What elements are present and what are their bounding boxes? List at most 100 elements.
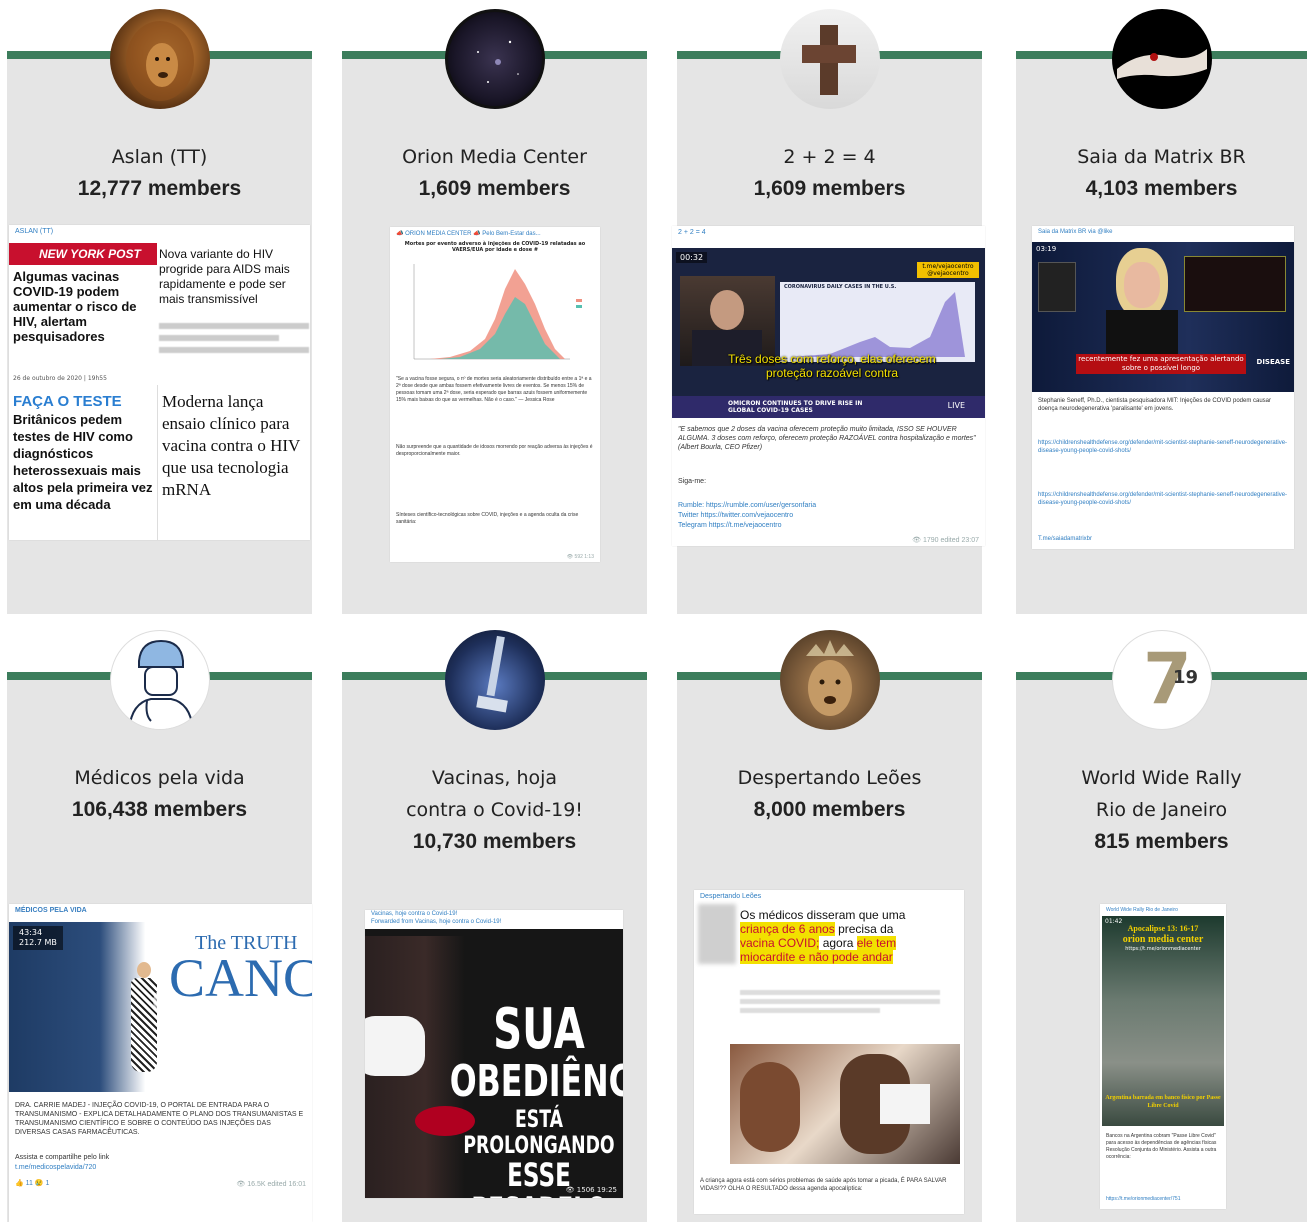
video-player[interactable]: 03:19 recentemente fez uma apresentação … [1032,242,1294,392]
post-screenshot[interactable]: MÉDICOS PELA VIDA 43:34 212.7 MB The TRU… [9,904,312,1222]
channel-name: Despertando Leões [737,767,922,789]
member-count: 12,777 members [77,177,242,200]
doctor-icon [127,639,194,729]
channel-name-line-1: World Wide Rally [1081,767,1242,789]
vaers-chart-image [413,264,582,360]
post-screenshot[interactable]: World Wide Rally Rio de Janeiro 01:42 Ap… [1100,904,1226,1209]
channel-avatar[interactable] [779,9,880,109]
cases-chart: CORONAVIRUS DAILY CASES IN THE U.S. [780,282,975,362]
post-text-2: Não surpreende que a quantidade de idoso… [396,444,593,457]
article-date: 26 de outubro de 2020 | 19h55 [13,375,107,382]
channel-avatar[interactable] [779,630,880,730]
headline-right-2-box: Moderna lança ensaio clínico para vacina… [157,385,310,540]
video-info: 43:34 212.7 MB [13,926,63,950]
follow-label: Siga-me: [678,478,707,485]
post-link-1[interactable]: https://childrenshealthdefense.org/defen… [1032,436,1294,458]
rally-logo-icon: 7 19 [1143,638,1198,720]
blurred-avatar [698,904,736,964]
post-screenshot[interactable]: ASLAN (TT) NEW YORK POST Algumas vacinas… [9,225,310,540]
post-header: Vacinas, hoje contra o Covid-19! Forward… [365,910,623,929]
play-icon[interactable] [153,988,179,1014]
channel-name: Médicos pela vida [74,767,245,789]
reactions[interactable]: 👍 11 😢 1 [9,1176,55,1191]
news-ticker: OMICRON CONTINUES TO DRIVE RISE IN GLOBA… [672,396,985,418]
channel-name: Orion Media Center [402,146,587,168]
channel-card[interactable]: 7 19 World Wide Rally Rio de Janeiro 815… [1016,630,1307,1222]
channel-title: Vacinas, hoja contra o Covid-19! 10,730 … [352,762,637,858]
headline-left-2: Britânicos pedem testes de HIV como diag… [13,412,153,512]
chart-title: Mortes por evento adverso à injeções de … [404,241,586,253]
channel-handle-tag: t.me/vejaocentro @vejaocentro [917,262,979,278]
post-link[interactable]: t.me/medicospelavida/720 [9,1160,102,1175]
post-meta: 👁 1506 19:25 [565,1186,617,1194]
channel-card[interactable]: Despertando Leões 8,000 members Desperta… [677,630,982,1222]
plus-icon [801,25,856,95]
post-channel-name: 📣 ORION MEDIA CENTER 📣 Pelo Bem-Estar da… [396,231,541,237]
channel-card[interactable]: Orion Media Center 1,609 members 📣 ORION… [342,9,647,614]
video-subtitle: recentemente fez uma apresentação alerta… [1076,354,1246,374]
post-screenshot[interactable]: Saia da Matrix BR via @like 03:19 recent… [1032,226,1294,549]
channel-name-line-2: contra o Covid-19! [406,799,583,821]
post-screenshot[interactable]: Despertando Leões Os médicos disseram qu… [694,890,964,1214]
channel-card[interactable]: Médicos pela vida 106,438 members MÉDICO… [7,630,312,1222]
lion-icon [125,21,194,101]
member-count: 1,609 members [418,177,571,200]
channel-name: Saia da Matrix BR [1077,146,1246,168]
post-screenshot[interactable]: 📣 ORION MEDIA CENTER 📣 Pelo Bem-Estar da… [390,227,600,562]
post-meta: 👁 1790 edited 23:07 [912,537,979,544]
post-link-2[interactable]: https://childrenshealthdefense.org/defen… [1032,488,1294,510]
telegram-link[interactable]: Telegram https://t.me/vejaocentro [672,518,788,533]
post-link[interactable]: https://t.me/orionmediacenter/751 [1100,1192,1187,1207]
channel-title: Saia da Matrix BR 4,103 members [1026,141,1297,205]
channel-name: 2 + 2 = 4 [783,146,876,168]
lion-crown-icon [805,640,854,716]
channel-card[interactable]: Saia da Matrix BR 4,103 members Saia da … [1016,9,1307,614]
video-player[interactable]: 01:42 Apocalipse 13: 16-17 orion media c… [1102,916,1224,1126]
post-screenshot[interactable]: Vacinas, hoje contra o Covid-19! Forward… [365,910,623,1198]
headline-left: Algumas vacinas COVID-19 podem aumentar … [13,269,137,344]
blurred-text [159,317,309,377]
poster-text: SUA OBEDIÊNCIA ESTÁ PROLONGANDO ESSE PES… [449,997,623,1199]
channel-avatar[interactable] [444,9,545,109]
channel-title: 2 + 2 = 4 1,609 members [687,141,972,205]
channel-card[interactable]: Vacinas, hoja contra o Covid-19! 10,730 … [342,630,647,1222]
channel-avatar[interactable] [109,630,210,730]
member-count: 1,609 members [753,177,906,200]
post-channel-name: ASLAN (TT) [15,228,54,235]
channel-avatar[interactable] [1111,9,1212,109]
post-screenshot[interactable]: 2 + 2 = 4 00:32 t.me/vejaocentro @vejaoc… [672,226,985,546]
video-player[interactable]: 43:34 212.7 MB The TRUTH CANC [9,922,312,1092]
member-count: 8,000 members [753,798,906,821]
post-channel-name: MÉDICOS PELA VIDA [15,907,87,914]
channel-title: World Wide Rally Rio de Janeiro 815 memb… [1026,762,1297,858]
video-subtitle: Três doses com reforço, elas oferecem pr… [728,352,936,380]
channel-card[interactable]: Aslan (TT) 12,777 members ASLAN (TT) NEW… [7,9,312,614]
channel-name: Aslan (TT) [111,146,208,168]
presenter [1102,248,1182,360]
syringe-icon [475,635,508,713]
channel-title: Orion Media Center 1,609 members [352,141,637,205]
post-text: Bancos na Argentina cobram "Passe Libre … [1106,1133,1217,1160]
post-channel-name: Despertando Leões [700,893,762,900]
hospital-photo [730,1044,960,1164]
logo-badge [1038,262,1076,312]
channel-title: Despertando Leões 8,000 members [687,762,972,826]
channel-avatar[interactable] [444,630,545,730]
video-player[interactable]: 00:32 t.me/vejaocentro @vejaocentro CORO… [672,248,985,418]
post-meta: 👁 16.5K edited 16:01 [236,1181,306,1188]
post-footer-link[interactable]: T.me/saiadamatrixbr [1032,532,1098,547]
headline-graphic [1184,256,1286,312]
member-count: 4,103 members [1085,177,1238,200]
channel-avatar[interactable] [109,9,210,109]
channel-avatar[interactable]: 7 19 [1111,630,1212,730]
post-channel-name: 2 + 2 = 4 [678,229,706,236]
post-channel-name: World Wide Rally Rio de Janeiro [1106,907,1178,913]
member-count: 815 members [1094,830,1229,853]
headline: Os médicos disseram que uma criança de 6… [740,908,906,964]
post-caption: A criança agora está com sérios problema… [700,1178,947,1192]
post-quote: "E sabemos que 2 doses da vacina oferece… [678,426,976,451]
video-time: 00:32 [676,252,708,263]
channel-card[interactable]: 2 + 2 = 4 1,609 members 2 + 2 = 4 00:32 … [672,9,985,614]
channel-name-line-2: Rio de Janeiro [1095,799,1228,821]
hand-pill-icon [1116,49,1207,79]
